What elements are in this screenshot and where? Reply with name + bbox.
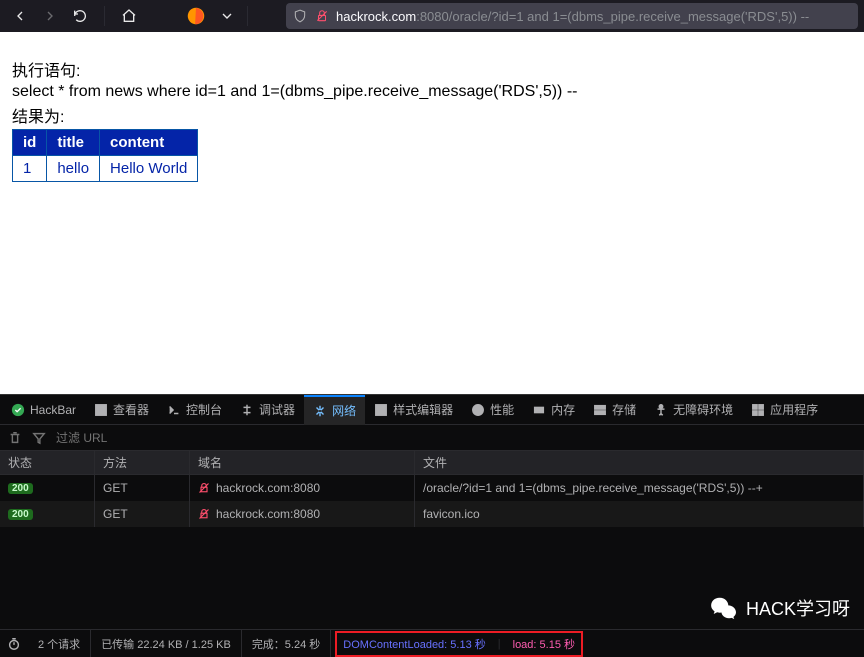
header-method[interactable]: 方法 <box>95 451 190 474</box>
back-button[interactable] <box>6 2 34 30</box>
filter-icon[interactable] <box>32 431 46 445</box>
insecure-icon <box>198 508 210 520</box>
table-header-row: id title content <box>13 130 198 156</box>
inspector-icon <box>94 403 108 417</box>
tab-style[interactable]: 样式编辑器 <box>365 395 462 425</box>
network-row[interactable]: 200 GET hackrock.com:8080 /oracle/?id=1 … <box>0 475 864 501</box>
exec-label: 执行语句: <box>12 57 852 81</box>
status-badge: 200 <box>8 509 33 520</box>
tab-accessibility[interactable]: 无障碍环境 <box>645 395 742 425</box>
header-domain[interactable]: 域名 <box>190 451 415 474</box>
tab-console[interactable]: 控制台 <box>158 395 231 425</box>
timing-highlight: DOMContentLoaded: 5.13 秒 | load: 5.15 秒 <box>335 631 583 657</box>
reload-button[interactable] <box>66 2 94 30</box>
tab-inspector[interactable]: 查看器 <box>85 395 158 425</box>
lock-icon <box>314 8 330 24</box>
console-icon <box>167 403 181 417</box>
address-bar[interactable]: hackrock.com:8080/oracle/?id=1 and 1=(db… <box>286 3 858 29</box>
network-filter-bar: 过滤 URL <box>0 425 864 451</box>
col-content: content <box>100 130 198 156</box>
tab-application[interactable]: 应用程序 <box>742 395 827 425</box>
transferred-size: 已传输 22.24 KB / 1.25 KB <box>91 630 242 657</box>
request-count: 2 个请求 <box>28 630 91 657</box>
tab-performance[interactable]: 性能 <box>462 395 523 425</box>
status-badge: 200 <box>8 483 33 494</box>
tab-storage[interactable]: 存储 <box>584 395 645 425</box>
url-display: hackrock.com:8080/oracle/?id=1 and 1=(db… <box>336 9 852 24</box>
network-statusbar: 2 个请求 已传输 22.24 KB / 1.25 KB 完成：5.24 秒 D… <box>0 629 864 657</box>
network-row[interactable]: 200 GET hackrock.com:8080 favicon.ico <box>0 501 864 527</box>
devtools-tabbar: HackBar 查看器 控制台 调试器 网络 样式编辑器 性能 内存 <box>0 395 864 425</box>
profile-chevron-icon[interactable] <box>217 6 237 26</box>
header-status[interactable]: 状态 <box>0 451 95 474</box>
browser-toolbar: hackrock.com:8080/oracle/?id=1 and 1=(db… <box>0 0 864 32</box>
a11y-icon <box>654 403 668 417</box>
network-icon <box>313 404 327 418</box>
apps-icon <box>751 403 765 417</box>
style-icon <box>374 403 388 417</box>
result-table: id title content 1 hello Hello World <box>12 129 198 182</box>
tab-debugger[interactable]: 调试器 <box>231 395 304 425</box>
forward-button[interactable] <box>36 2 64 30</box>
stopwatch-icon[interactable] <box>0 637 28 651</box>
performance-icon <box>471 403 485 417</box>
shield-icon <box>292 8 308 24</box>
tab-network[interactable]: 网络 <box>304 395 365 425</box>
insecure-icon <box>198 482 210 494</box>
network-table-header: 状态 方法 域名 文件 <box>0 451 864 475</box>
firefox-icon <box>185 5 207 27</box>
watermark: HACK学习呀 <box>710 595 850 621</box>
col-title: title <box>47 130 100 156</box>
memory-icon <box>532 403 546 417</box>
wechat-icon <box>710 596 738 620</box>
finish-time: 完成：5.24 秒 <box>242 630 331 657</box>
debugger-icon <box>240 403 254 417</box>
trash-icon[interactable] <box>8 431 22 445</box>
col-id: id <box>13 130 47 156</box>
home-button[interactable] <box>115 2 143 30</box>
filter-input[interactable]: 过滤 URL <box>56 429 107 446</box>
domcontentloaded-time: DOMContentLoaded: 5.13 秒 <box>343 636 485 652</box>
load-time: load: 5.15 秒 <box>513 636 575 652</box>
sql-query: select * from news where id=1 and 1=(dbm… <box>12 83 852 101</box>
watermark-text: HACK学习呀 <box>746 595 850 621</box>
page-content: 执行语句: select * from news where id=1 and … <box>0 32 864 207</box>
tab-memory[interactable]: 内存 <box>523 395 584 425</box>
tab-hackbar[interactable]: HackBar <box>2 395 85 425</box>
hackbar-icon <box>11 403 25 417</box>
storage-icon <box>593 403 607 417</box>
header-file[interactable]: 文件 <box>415 451 864 474</box>
table-row: 1 hello Hello World <box>13 156 198 182</box>
result-label: 结果为: <box>12 103 852 127</box>
